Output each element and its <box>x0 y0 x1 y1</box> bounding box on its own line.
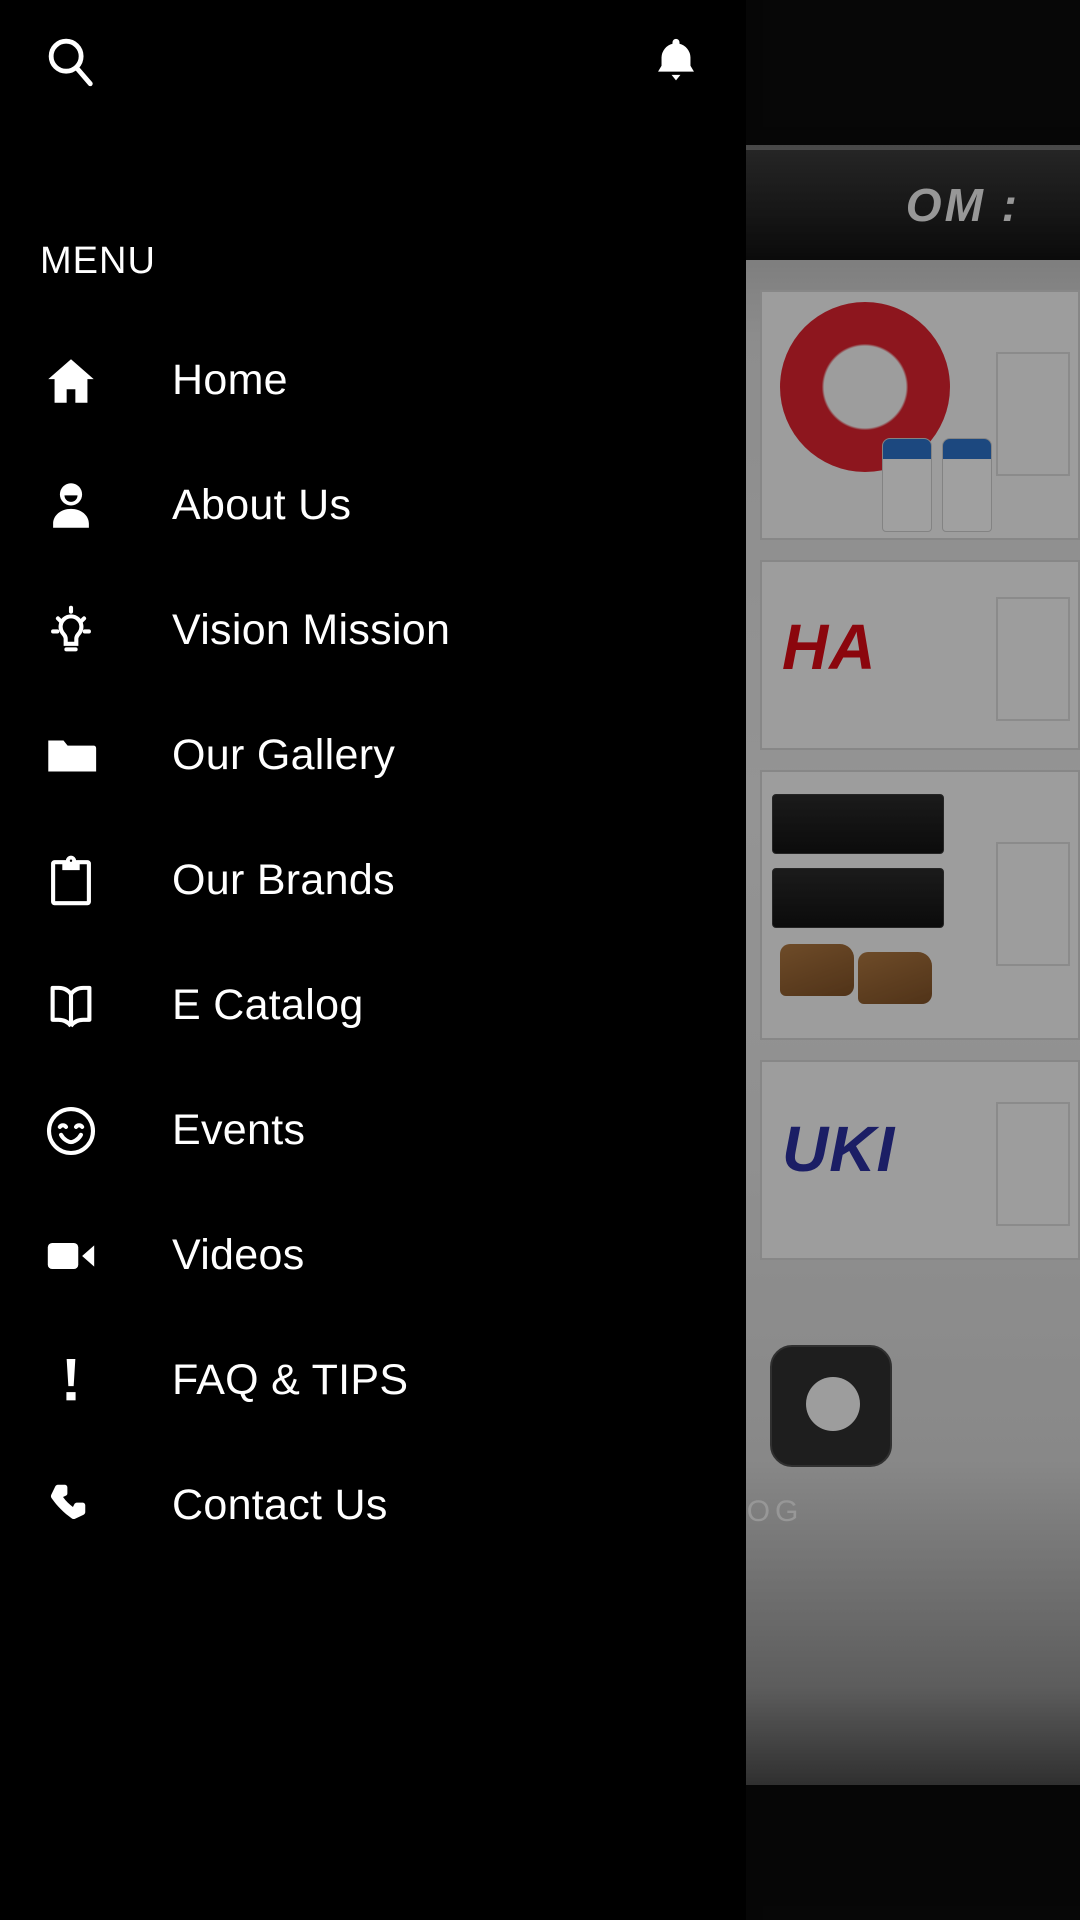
home-icon <box>38 352 104 410</box>
menu-item-label: Videos <box>172 1231 305 1279</box>
video-camera-icon <box>38 1227 104 1285</box>
navigation-drawer: MENU Home About Us Vision Mission Our Ga… <box>0 0 746 1920</box>
menu-item-videos[interactable]: Videos <box>0 1193 746 1318</box>
lightbulb-icon <box>38 602 104 660</box>
exclamation-icon <box>38 1352 104 1410</box>
folder-icon <box>38 727 104 785</box>
menu-item-vision-mission[interactable]: Vision Mission <box>0 568 746 693</box>
menu-section-label: MENU <box>40 240 156 282</box>
menu-item-label: Events <box>172 1106 306 1154</box>
book-icon <box>38 977 104 1035</box>
menu-item-label: FAQ & TIPS <box>172 1356 409 1404</box>
menu-item-home[interactable]: Home <box>0 318 746 443</box>
menu-item-events[interactable]: Events <box>0 1068 746 1193</box>
clipboard-icon <box>38 852 104 910</box>
menu-item-label: About Us <box>172 481 352 529</box>
notifications-button[interactable] <box>630 18 722 110</box>
app-screen: OM : HA UKI ALOG MENU Home About Us Visi… <box>0 0 1080 1920</box>
menu-item-label: Our Brands <box>172 856 395 904</box>
menu-item-our-brands[interactable]: Our Brands <box>0 818 746 943</box>
menu-item-label: Home <box>172 356 288 404</box>
menu-item-faq-tips[interactable]: FAQ & TIPS <box>0 1318 746 1443</box>
menu-item-label: Vision Mission <box>172 606 451 654</box>
menu-item-label: Our Gallery <box>172 731 396 779</box>
menu-item-our-gallery[interactable]: Our Gallery <box>0 693 746 818</box>
menu-item-e-catalog[interactable]: E Catalog <box>0 943 746 1068</box>
menu-item-label: E Catalog <box>172 981 364 1029</box>
account-icon <box>38 477 104 535</box>
smiley-icon <box>38 1102 104 1160</box>
menu-item-contact-us[interactable]: Contact Us <box>0 1443 746 1568</box>
menu-item-about-us[interactable]: About Us <box>0 443 746 568</box>
phone-icon <box>38 1477 104 1535</box>
menu-item-label: Contact Us <box>172 1481 388 1529</box>
search-icon <box>41 33 99 96</box>
search-button[interactable] <box>24 18 116 110</box>
bell-icon <box>648 34 704 95</box>
drawer-menu-list: Home About Us Vision Mission Our Gallery… <box>0 318 746 1568</box>
